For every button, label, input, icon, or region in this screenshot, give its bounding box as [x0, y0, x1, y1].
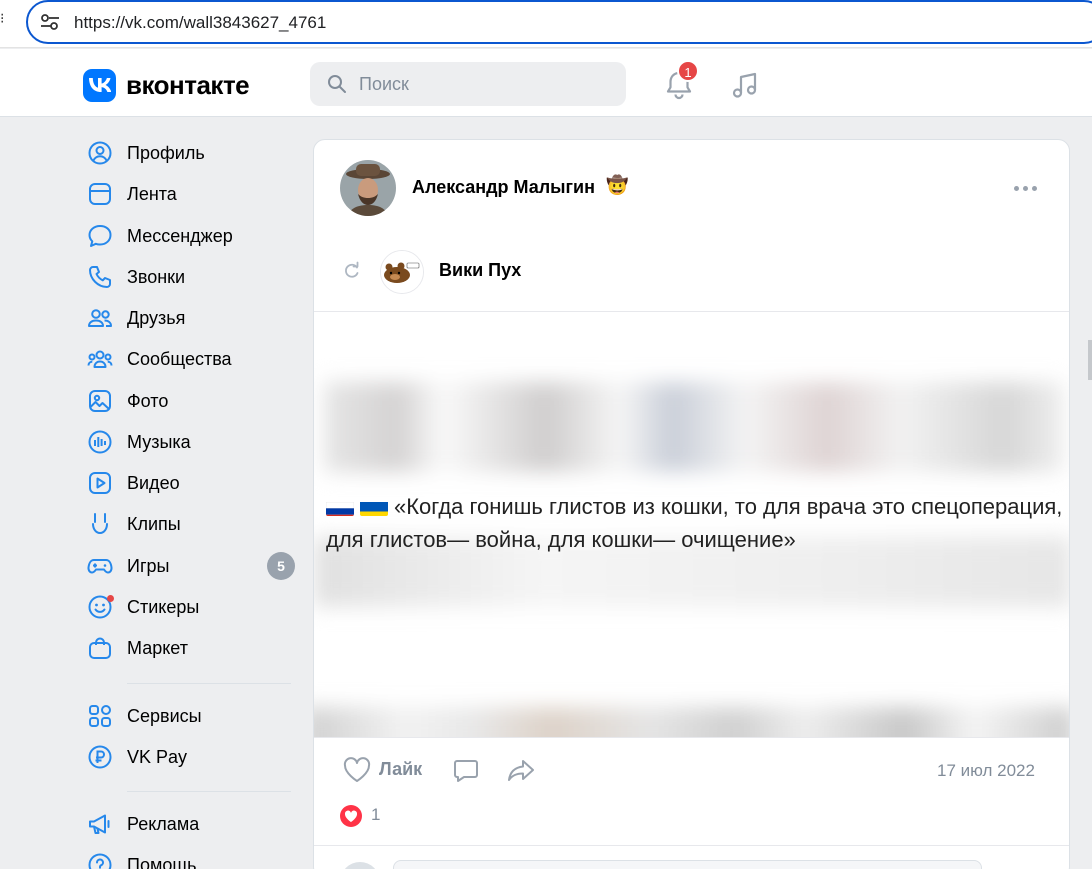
sidebar-item-messenger[interactable]: Мессенджер [86, 218, 296, 254]
sidebar-item-label: Видео [127, 472, 180, 493]
sidebar-item-video[interactable]: Видео [86, 465, 296, 501]
browser-edge-mark: ⁝ [0, 10, 5, 26]
sidebar-item-market[interactable]: Маркет [86, 630, 296, 666]
profile-icon [88, 141, 112, 165]
author-emoji-status: 🤠 [606, 175, 629, 195]
comment-divider [314, 845, 1069, 846]
video-icon [89, 472, 111, 494]
vk-logo-text: вконтакте [126, 69, 250, 100]
like-button-label[interactable]: Лайк [379, 759, 422, 780]
vkpay-icon [88, 745, 112, 769]
sidebar-item-label: VK Pay [127, 746, 188, 767]
music-player-icon[interactable] [729, 69, 761, 101]
sidebar-item-friends[interactable]: Друзья [86, 300, 296, 336]
sidebar-item-photo[interactable]: Фото [86, 383, 296, 419]
sidebar-item-label: Помощь [127, 854, 197, 869]
phone-icon [89, 266, 111, 288]
sidebar-item-clips[interactable]: Клипы [86, 506, 296, 542]
comment-input[interactable] [393, 860, 982, 869]
wall-post: Александр Малыгин 🤠 Вики Пух «Когда гони… [313, 139, 1070, 869]
sidebar-item-profile[interactable]: Профиль [86, 135, 296, 171]
like-heart-icon[interactable] [342, 756, 372, 784]
vk-logo-icon [83, 68, 116, 102]
sidebar-item-label: Сервисы [127, 705, 202, 726]
scrollbar-edge[interactable] [1088, 340, 1092, 380]
feed-icon [89, 183, 111, 205]
site-header: вконтакте Поиск 1 [0, 49, 1092, 117]
quote-text: «Когда гонишь глистов из кошки, то для в… [326, 494, 1063, 552]
search-placeholder: Поиск [359, 74, 409, 94]
sidebar-divider [127, 791, 291, 792]
messenger-icon [88, 225, 112, 247]
sidebar-divider [127, 683, 291, 684]
games-count-badge: 5 [267, 552, 295, 580]
sidebar-item-label: Музыка [127, 431, 191, 452]
site-settings-icon[interactable] [40, 13, 60, 31]
browser-toolbar: ⁝ https://vk.com/wall3843627_4761 [0, 0, 1092, 48]
market-icon [89, 637, 111, 659]
photo-icon [89, 390, 111, 412]
sidebar-item-stickers[interactable]: Стикеры [86, 589, 296, 625]
repost-icon [345, 261, 359, 278]
author-avatar[interactable] [340, 160, 396, 216]
comment-icon[interactable] [452, 756, 480, 784]
more-dot [1014, 185, 1019, 191]
communities-icon [87, 350, 113, 368]
post-date[interactable]: 17 июл 2022 [937, 761, 1035, 781]
stickers-icon [86, 593, 114, 621]
sidebar-item-label: Звонки [127, 266, 186, 287]
sidebar-item-vkpay[interactable]: VK Pay [86, 739, 296, 775]
new-stickers-dot [107, 595, 114, 602]
search-input[interactable]: Поиск [310, 62, 626, 106]
sidebar-item-label: Фото [127, 390, 169, 411]
sidebar-item-label: Маркет [127, 637, 188, 658]
sidebar-item-label: Сообщества [127, 348, 232, 369]
current-user-avatar [340, 862, 380, 869]
sidebar-item-label: Друзья [127, 307, 186, 328]
post-author-name[interactable]: Александр Малыгин [412, 177, 595, 198]
notification-count-badge: 1 [677, 60, 699, 82]
sidebar-item-label: Клипы [127, 513, 181, 534]
more-dot [1023, 185, 1028, 191]
clips-icon [92, 513, 108, 535]
ukraine-flag-icon [360, 497, 388, 516]
heart-reaction-icon[interactable] [340, 805, 362, 827]
sidebar-item-ads[interactable]: Реклама [86, 806, 296, 842]
sidebar-item-calls[interactable]: Звонки [86, 259, 296, 295]
music-icon [88, 430, 112, 454]
sidebar-item-communities[interactable]: Сообщества [86, 341, 296, 377]
sidebar-item-label: Стикеры [127, 596, 200, 617]
share-icon[interactable] [506, 756, 536, 784]
reaction-count[interactable]: 1 [371, 805, 380, 825]
sidebar-item-feed[interactable]: Лента [86, 176, 296, 212]
sidebar-item-services[interactable]: Сервисы [86, 698, 296, 734]
friends-icon [88, 309, 112, 327]
sidebar-item-label: Лента [127, 183, 177, 204]
sidebar-item-label: Игры [127, 555, 170, 576]
repost-source-avatar[interactable] [380, 250, 424, 294]
sidebar-item-label: Мессенджер [127, 225, 233, 246]
vk-logo[interactable]: вконтакте [83, 68, 250, 102]
games-icon [87, 559, 113, 574]
sidebar-item-help[interactable]: Помощь [86, 847, 296, 869]
sidebar-item-label: Профиль [127, 142, 205, 163]
help-icon [88, 853, 112, 869]
more-dot [1032, 185, 1037, 191]
post-actions-divider [314, 737, 1069, 738]
services-icon [89, 705, 111, 727]
sidebar-item-label: Реклама [127, 813, 200, 834]
sidebar-item-music[interactable]: Музыка [86, 424, 296, 460]
ads-icon [89, 814, 110, 834]
url-text[interactable]: https://vk.com/wall3843627_4761 [74, 13, 326, 33]
post-quote-text: «Когда гонишь глистов из кошки, то для в… [326, 490, 1066, 556]
post-more-button[interactable] [1014, 180, 1042, 196]
address-bar[interactable]: https://vk.com/wall3843627_4761 [26, 0, 1092, 44]
search-icon [328, 75, 346, 93]
repost-source-name[interactable]: Вики Пух [439, 260, 521, 281]
russia-flag-icon [326, 497, 354, 516]
sidebar-item-games[interactable]: Игры 5 [86, 548, 296, 584]
